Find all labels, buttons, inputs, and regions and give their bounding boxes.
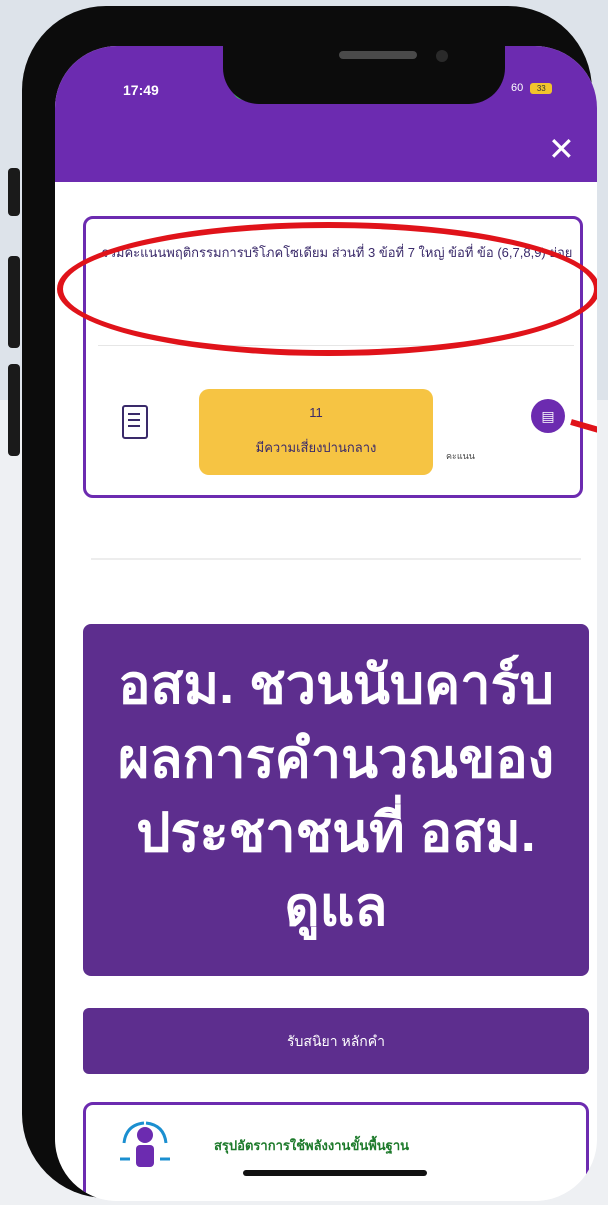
phone-volume-down-button (8, 364, 20, 456)
phone-screen: 17:49 60 33 ✕ รวมคะแนนพฤติกรรมการบริโภคโ… (55, 46, 597, 1201)
battery-icon: 33 (530, 82, 553, 94)
promo-banner: อสม. ชวนนับคาร์บ ผลการคำนวณของ ประชาชนที… (83, 624, 589, 976)
status-indicators: 60 33 (511, 82, 553, 94)
signal-label: 60 (511, 82, 524, 94)
risk-level-label: มีความเสี่ยงปานกลาง (255, 440, 377, 455)
home-indicator (243, 1170, 427, 1176)
risk-score-badge: 11 มีความเสี่ยงปานกลาง (199, 389, 433, 475)
speaker-grille (339, 51, 417, 59)
document-icon (122, 405, 148, 439)
close-icon[interactable]: ✕ (548, 130, 575, 168)
summary-card[interactable]: สรุปอัตราการใช้พลังงานขั้นพื้นฐาน (83, 1102, 589, 1201)
pdf-file-icon[interactable]: ▤ (531, 399, 565, 433)
red-annotation-circle (57, 222, 597, 356)
phone-frame: 17:49 60 33 ✕ รวมคะแนนพฤติกรรมการบริโภคโ… (22, 6, 597, 1201)
promo-banner-text: อสม. ชวนนับคาร์บ ผลการคำนวณของ ประชาชนที… (117, 655, 555, 937)
status-time: 17:49 (123, 82, 159, 98)
action-button[interactable]: รับสนิยา หลักคำ (83, 1008, 589, 1074)
person-arrows-icon (120, 1121, 170, 1167)
phone-notch (223, 46, 505, 104)
risk-score-value: 11 (309, 405, 323, 420)
phone-volume-up-button (8, 256, 20, 348)
section-divider (91, 558, 581, 560)
front-camera (436, 50, 448, 62)
score-unit-label: คะแนน (446, 451, 475, 461)
summary-card-title: สรุปอัตราการใช้พลังงานขั้นพื้นฐาน (214, 1138, 410, 1153)
phone-side-button (8, 168, 20, 216)
